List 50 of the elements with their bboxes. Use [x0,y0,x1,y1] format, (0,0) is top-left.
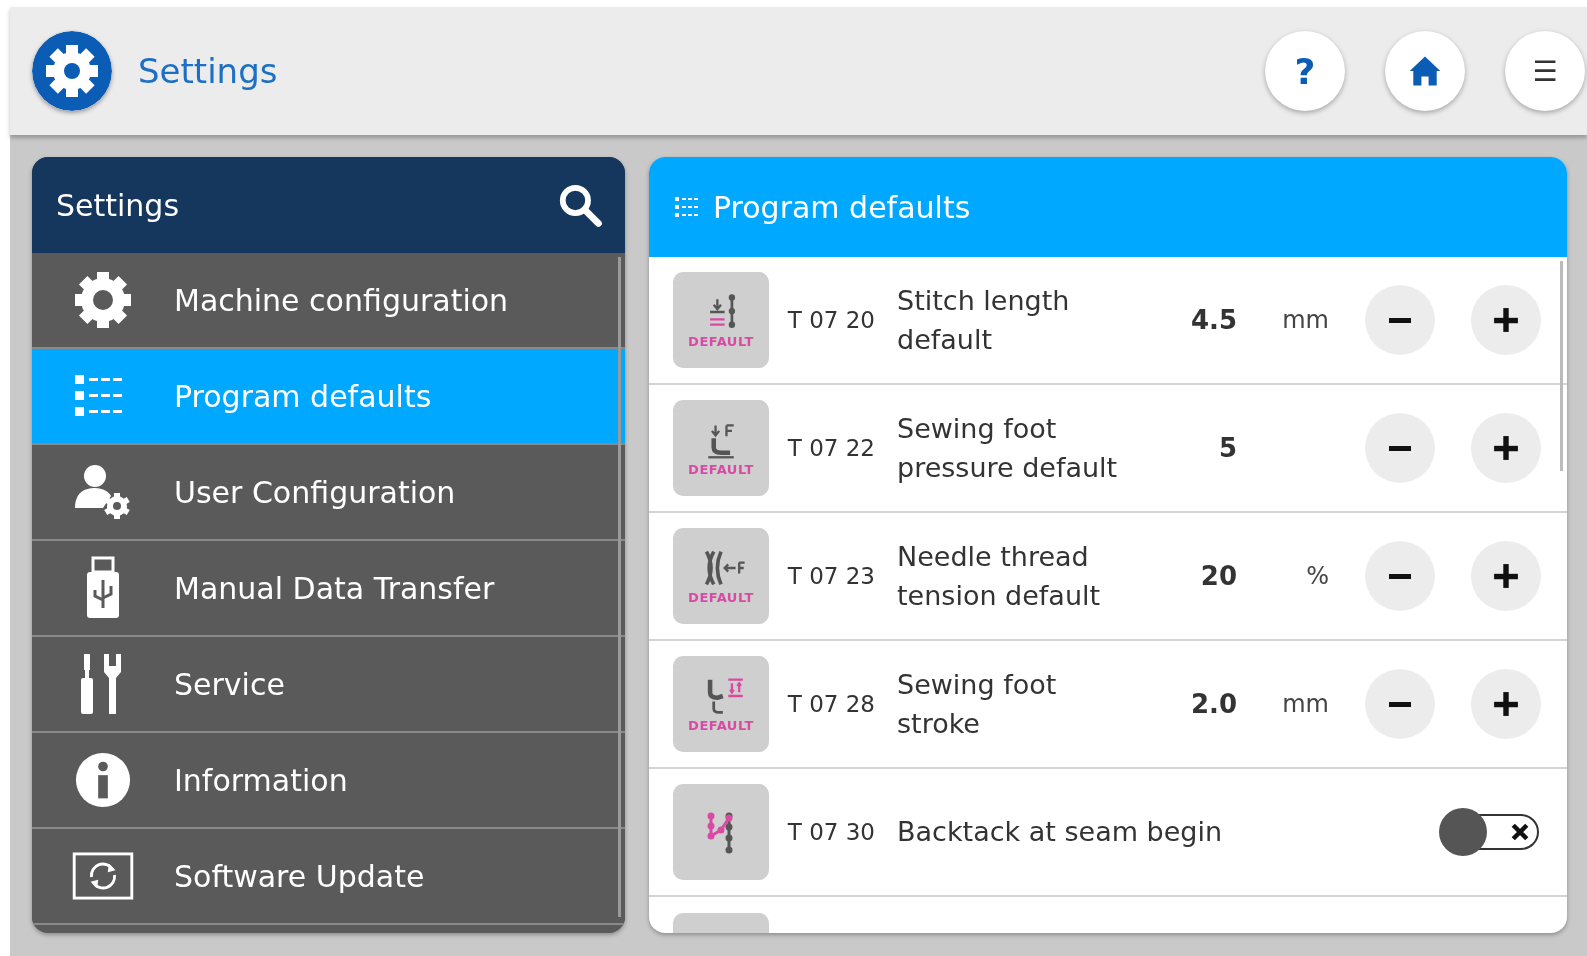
info-icon [74,751,132,809]
sidebar-item[interactable]: Information [32,733,625,829]
sidebar-item[interactable]: Manual Data Transfer [32,541,625,637]
plus-icon [1493,563,1519,589]
sidebar-title: Settings [56,187,180,223]
parameter-code: T 07 28 [786,691,875,717]
sidebar-item[interactable]: Software Update [32,829,625,925]
minus-icon [1389,445,1411,451]
parameter-label: Needle thread tension default [897,539,1102,613]
parameter-label: Sewing foot pressure default [897,411,1119,485]
x-icon [1511,823,1529,841]
app-title: Settings [138,51,278,91]
parameter-label: Backtack at seam begin [897,815,1224,850]
sidebar-item[interactable]: User Configuration [32,445,625,541]
parameter-code: T 07 20 [786,307,875,333]
update-icon [72,852,134,900]
panel-title: Program defaults [713,189,971,225]
sidebar-item[interactable]: Machine configuration [32,253,625,349]
unit-label: mm [1282,306,1329,334]
parameter-value: 2.0 [1189,689,1237,719]
sidebar-item[interactable]: Service [32,637,625,733]
parameter-code: T 07 30 [786,819,875,845]
gear-icon [73,270,133,330]
minus-icon [1389,573,1411,579]
scrollbar[interactable] [1560,261,1563,471]
default-label: DEFAULT [688,717,754,733]
parameter-value: 5 [1217,433,1237,463]
home-button[interactable] [1385,31,1465,111]
scrollbar[interactable] [618,257,621,917]
parameter-value: 20 [1199,561,1237,591]
parameter-code: T 07 22 [786,435,875,461]
unit-label: % [1306,562,1329,590]
help-button[interactable]: ? [1265,31,1345,111]
plus-icon [1493,307,1519,333]
parameter-label: Stitch length default [897,283,1071,357]
parameter-label: Sewing foot stroke [897,667,1058,741]
default-label: DEFAULT [688,333,754,349]
minus-icon [1389,317,1411,323]
default-label: DEFAULT [688,461,754,477]
plus-icon [1493,435,1519,461]
default-label: DEFAULT [688,589,754,605]
unit-label: mm [1282,690,1329,718]
menu-button[interactable]: ☰ [1505,31,1585,111]
parameter-value: 4.5 [1189,305,1237,335]
parameter-code: T 07 23 [786,563,875,589]
plus-icon [1493,691,1519,717]
gear-icon [32,31,112,111]
toggle-switch[interactable] [1439,808,1539,856]
search-icon[interactable] [557,182,603,228]
minus-icon [1389,701,1411,707]
